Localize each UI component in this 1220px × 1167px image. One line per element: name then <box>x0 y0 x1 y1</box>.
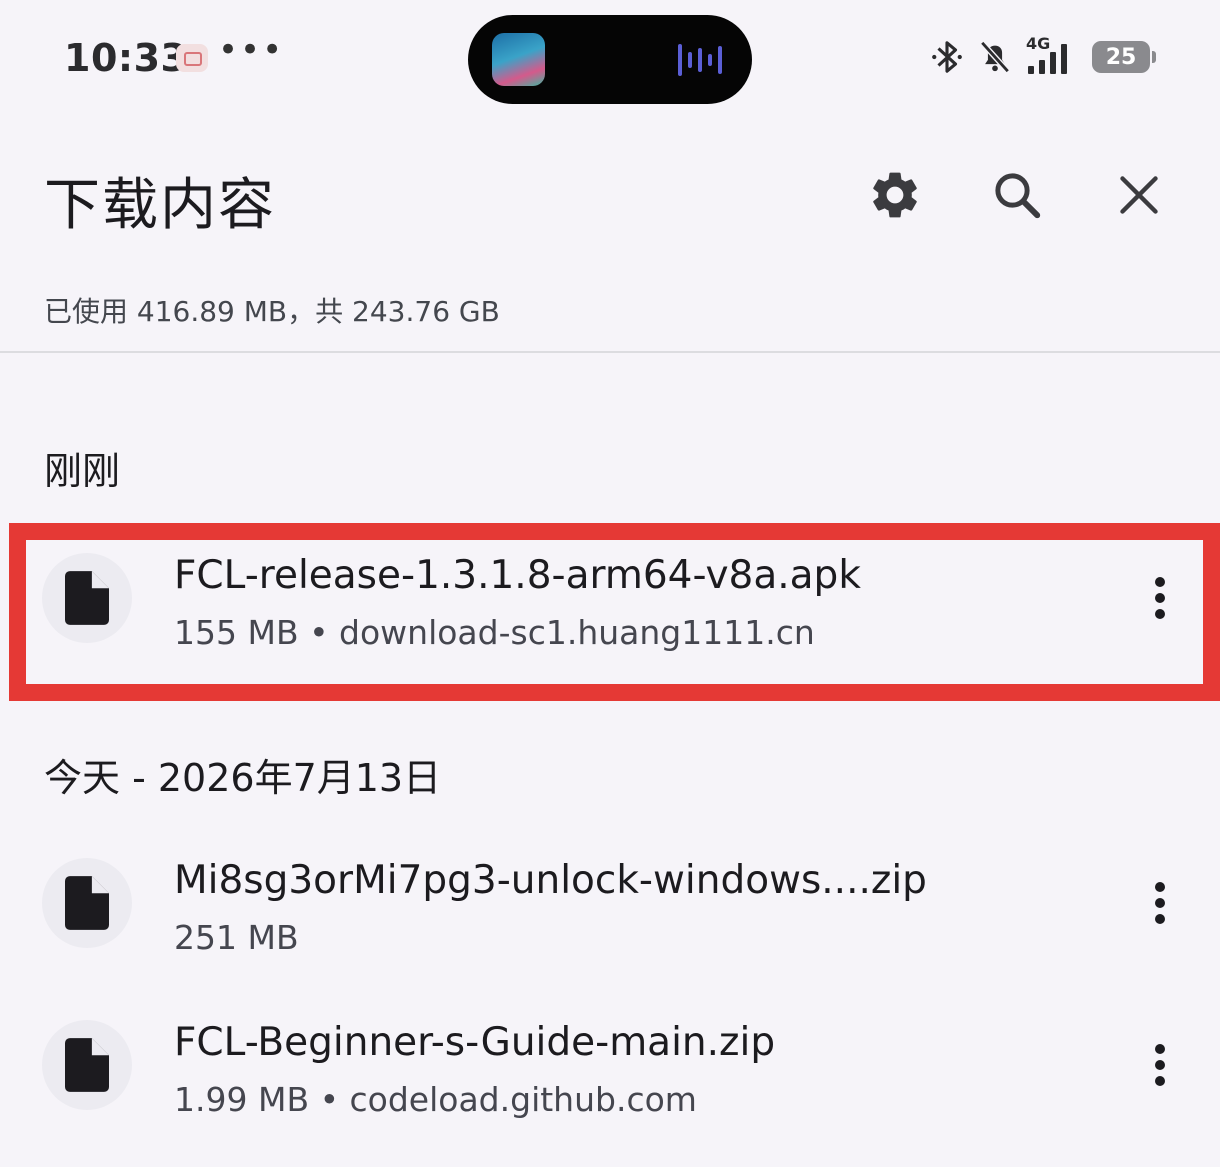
file-icon <box>65 571 109 625</box>
downloads-page: 10:33 ••• 4G 25 下载内容 已使用 416.89 MB，共 243… <box>0 0 1220 1167</box>
page-title: 下载内容 <box>44 173 276 238</box>
bluetooth-icon <box>932 41 962 73</box>
more-vert-icon <box>1155 882 1165 924</box>
file-icon-container <box>42 553 132 643</box>
search-icon <box>995 173 1041 219</box>
audio-wave-icon <box>678 44 722 76</box>
file-meta: 155 MB • download-sc1.huang1111.cn <box>174 613 815 652</box>
file-icon-container <box>42 1020 132 1110</box>
battery-indicator: 25 <box>1092 41 1156 73</box>
file-name: FCL-Beginner-s-Guide-main.zip <box>174 1020 776 1065</box>
file-icon-container <box>42 858 132 948</box>
album-art-icon <box>492 33 545 86</box>
file-meta: 1.99 MB • codeload.github.com <box>174 1080 697 1119</box>
signal-indicator: 4G <box>1026 34 1078 76</box>
close-icon <box>1120 176 1158 214</box>
more-vert-icon <box>1155 1044 1165 1086</box>
status-icons: 4G 25 <box>930 34 1156 76</box>
download-item[interactable]: Mi8sg3orMi7pg3-unlock-windows....zip 251… <box>0 828 1220 978</box>
file-meta: 251 MB <box>174 918 299 957</box>
search-button[interactable] <box>982 160 1052 230</box>
bell-muted-icon <box>980 40 1010 74</box>
notification-app-icon <box>176 44 208 72</box>
settings-button[interactable] <box>860 160 930 230</box>
file-name: Mi8sg3orMi7pg3-unlock-windows....zip <box>174 858 927 903</box>
more-options-button[interactable] <box>1130 868 1190 938</box>
download-item[interactable]: FCL-release-1.3.1.8-arm64-v8a.apk 155 MB… <box>0 523 1220 673</box>
more-notifications-icon: ••• <box>218 30 285 70</box>
more-vert-icon <box>1155 577 1165 619</box>
dynamic-island[interactable] <box>468 15 752 104</box>
header-divider <box>0 351 1220 353</box>
download-item[interactable]: FCL-Beginner-s-Guide-main.zip 1.99 MB • … <box>0 990 1220 1140</box>
close-button[interactable] <box>1104 160 1174 230</box>
section-label-just-now: 刚刚 <box>44 449 121 493</box>
status-time: 10:33 <box>64 36 188 80</box>
more-options-button[interactable] <box>1130 1030 1190 1100</box>
file-name: FCL-release-1.3.1.8-arm64-v8a.apk <box>174 553 861 598</box>
file-icon <box>65 876 109 930</box>
gear-icon <box>873 172 917 218</box>
section-label-today: 今天 - 2026年7月13日 <box>44 756 442 800</box>
signal-bars-icon <box>1028 44 1067 74</box>
more-options-button[interactable] <box>1130 563 1190 633</box>
storage-usage: 已使用 416.89 MB，共 243.76 GB <box>44 295 500 328</box>
file-icon <box>65 1038 109 1092</box>
